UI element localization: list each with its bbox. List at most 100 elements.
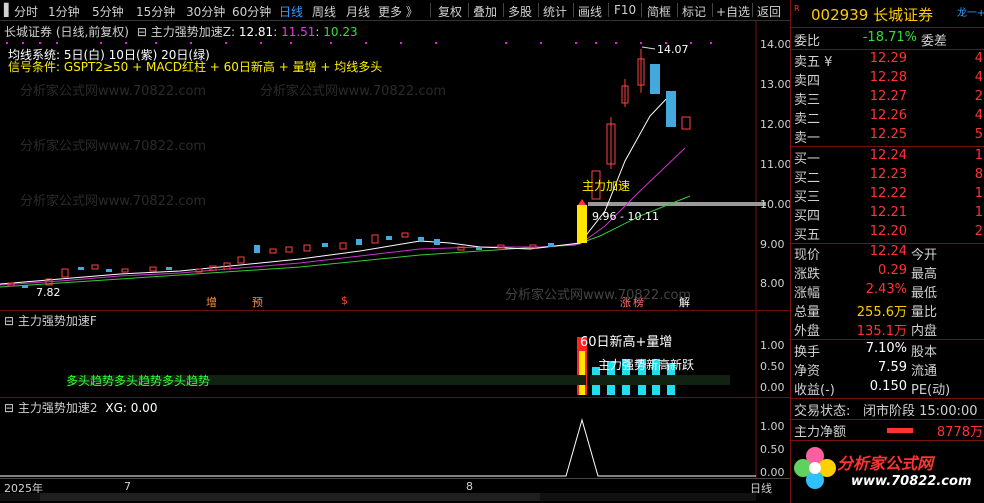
- price-band-10: [588, 202, 766, 206]
- trade-status-label: 交易状态:: [794, 404, 851, 419]
- toolbar-divider: [468, 3, 469, 17]
- tool-draw-button[interactable]: 画线: [578, 3, 602, 20]
- panel-f-label-right: 主力强势新高新跃: [598, 358, 695, 372]
- tool-stats-button[interactable]: 统计: [543, 3, 567, 20]
- tool-multistock-button[interactable]: 多股: [508, 3, 532, 20]
- period-tab-monthly[interactable]: 月线: [346, 3, 370, 20]
- signal-annotation: 主力加速: [582, 179, 630, 193]
- high-marker-line: [641, 46, 656, 50]
- price-axis-label: 11.00: [760, 158, 792, 171]
- logo-url: www.70822.com: [851, 474, 972, 489]
- toolbar-divider: [677, 3, 678, 17]
- range-annotation: 9.96 - 10.11: [592, 210, 659, 223]
- trade-status-value: 闭市阶段 15:00:00: [863, 404, 978, 419]
- net-amount-bar: [887, 428, 913, 433]
- toolbar-divider: [641, 3, 642, 17]
- price-axis-label: 14.00: [760, 38, 792, 51]
- tool-f10-button[interactable]: F10: [614, 3, 636, 17]
- period-tab-1min[interactable]: 1分钟: [48, 3, 80, 20]
- high-price-annotation: 14.07: [657, 43, 689, 56]
- tool-add-watchlist-button[interactable]: +自选: [716, 3, 750, 20]
- ma5-line: [0, 94, 671, 285]
- sell-row: 卖二 12.26 4: [794, 108, 983, 127]
- price-axis-label: 13.00: [760, 78, 792, 91]
- sell-row: 卖一 12.25 5: [794, 127, 983, 146]
- price-axis-label: 12.00: [760, 118, 792, 131]
- panel-f-label-left: 多头趋势多头趋势多头趋势: [66, 374, 211, 388]
- stat-row: 收益(-) 0.150 PE(动): [794, 379, 951, 398]
- tool-simple-frame-button[interactable]: 简框: [647, 3, 671, 20]
- panel-f-label-top: 60日新高+量增: [580, 335, 673, 350]
- net-amount-value: 8778万: [936, 425, 983, 440]
- stat-row: 涨幅 2.43% 最低: [794, 282, 938, 301]
- quote-panel: R 002939 长城证券 龙一+证 委比 -18.71% 委差 卖五 ¥12.…: [790, 0, 984, 503]
- stat-row: 现价 12.24 今开: [794, 244, 938, 263]
- tool-overlay-button[interactable]: 叠加: [473, 3, 497, 20]
- panel-f-axis-label: 0.00: [760, 381, 785, 394]
- flag-icon: R: [794, 4, 800, 13]
- stat-row: 换手 7.10% 股本: [794, 341, 938, 360]
- event-marker[interactable]: 涨: [620, 294, 631, 310]
- stat-row: 涨跌 0.29 最高: [794, 263, 938, 282]
- toolbar-divider: [503, 3, 504, 17]
- net-amount-label: 主力净额: [794, 425, 847, 440]
- period-tab-30min[interactable]: 30分钟: [186, 3, 225, 20]
- kline-chart: 14.07 7.82 主力加速 9.96 - 10.11: [0, 21, 766, 311]
- tool-back-button[interactable]: 返回: [757, 3, 781, 20]
- weicha-label: 委差: [921, 34, 948, 49]
- weibi-label: 委比: [794, 34, 821, 49]
- period-tab-daily[interactable]: 日线: [279, 3, 303, 20]
- panel-xg-axis-label: 1.00: [760, 420, 785, 433]
- stat-row: 净资 7.59 流通: [794, 360, 938, 379]
- buy-row: 买一 12.24 1: [794, 148, 983, 167]
- flower-logo-icon: [794, 447, 836, 489]
- period-tab-more[interactable]: 更多 》: [378, 3, 418, 20]
- period-tab-weekly[interactable]: 周线: [312, 3, 336, 20]
- sell-row: 卖四 12.28 4: [794, 70, 983, 89]
- stat-row: 外盘 135.1万 内盘: [794, 324, 938, 339]
- toolbar-divider: [752, 3, 753, 17]
- toolbar-divider: [712, 3, 713, 17]
- toolbar-divider: [608, 3, 609, 17]
- sell-row: 卖三 12.27 2: [794, 89, 983, 108]
- event-marker[interactable]: $: [341, 294, 348, 307]
- buy-row: 买二 12.23 8: [794, 167, 983, 186]
- event-marker[interactable]: 解: [679, 294, 690, 310]
- event-marker[interactable]: 榜: [633, 294, 644, 310]
- time-axis-divider: [0, 478, 790, 479]
- panel-xg-chart: [0, 398, 757, 478]
- weibi-value: -18.71%: [862, 30, 917, 45]
- buy-row: 买四 12.21 1: [794, 205, 983, 224]
- low-price-annotation: 7.82: [36, 286, 61, 299]
- stock-code-name: 002939 长城证券: [811, 6, 934, 24]
- signal-dots-row: [6, 42, 712, 44]
- scroll-left-icon[interactable]: ▌: [4, 3, 13, 17]
- xg-signal-line: [0, 418, 756, 477]
- event-marker[interactable]: 预: [252, 294, 263, 310]
- tool-mark-button[interactable]: 标记: [682, 3, 706, 20]
- panel-xg-axis-label: 0.50: [760, 443, 785, 456]
- period-tab-5min[interactable]: 5分钟: [92, 3, 124, 20]
- price-axis-label: 8.00: [760, 277, 785, 290]
- signal-candle: [577, 205, 587, 243]
- price-axis-label: 10.00: [760, 198, 792, 211]
- period-tab-15min[interactable]: 15分钟: [136, 3, 175, 20]
- event-marker[interactable]: 增: [206, 294, 217, 310]
- panel-f-axis-label: 0.50: [760, 360, 785, 373]
- panel-f-axis-label: 1.00: [760, 339, 785, 352]
- toolbar-divider: [538, 3, 539, 17]
- price-axis-label: 9.00: [760, 238, 785, 251]
- period-tab-fenshi[interactable]: 分时: [14, 3, 38, 20]
- buy-row: 买五 12.20 2: [794, 224, 983, 243]
- stat-row: 总量 255.6万 量比: [794, 305, 938, 320]
- toolbar-divider: [430, 3, 431, 17]
- top-toolbar: ▌ 分时 1分钟 5分钟 15分钟 30分钟 60分钟 日线 周线 月线 更多 …: [0, 0, 790, 21]
- sell-row: 卖五 ¥12.29 4: [794, 51, 983, 70]
- signal-arrow-icon: [578, 199, 586, 205]
- buy-row: 买三 12.22 1: [794, 186, 983, 205]
- sector-tag[interactable]: 龙一+证: [957, 4, 984, 19]
- toolbar-divider: [573, 3, 574, 17]
- period-tab-60min[interactable]: 60分钟: [232, 3, 271, 20]
- scrollbar[interactable]: [0, 490, 790, 503]
- tool-fuquan-button[interactable]: 复权: [438, 3, 462, 20]
